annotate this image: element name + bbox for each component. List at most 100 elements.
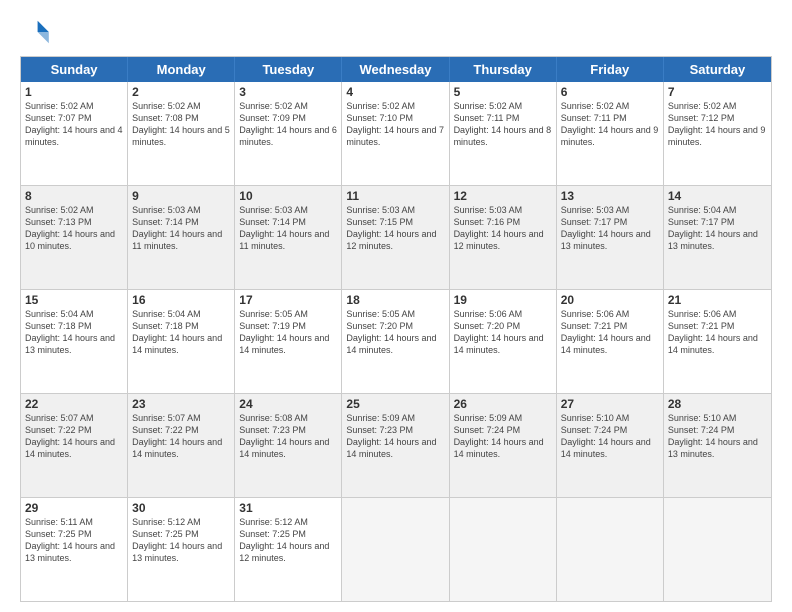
cell-info: Sunrise: 5:12 AMSunset: 7:25 PMDaylight:…	[132, 516, 230, 565]
calendar-cell: 17Sunrise: 5:05 AMSunset: 7:19 PMDayligh…	[235, 290, 342, 393]
cell-info: Sunrise: 5:10 AMSunset: 7:24 PMDaylight:…	[561, 412, 659, 461]
cell-info: Sunrise: 5:06 AMSunset: 7:21 PMDaylight:…	[668, 308, 767, 357]
day-number: 14	[668, 189, 767, 203]
calendar-body: 1Sunrise: 5:02 AMSunset: 7:07 PMDaylight…	[21, 82, 771, 601]
calendar-cell: 29Sunrise: 5:11 AMSunset: 7:25 PMDayligh…	[21, 498, 128, 601]
calendar-cell: 21Sunrise: 5:06 AMSunset: 7:21 PMDayligh…	[664, 290, 771, 393]
cell-info: Sunrise: 5:05 AMSunset: 7:19 PMDaylight:…	[239, 308, 337, 357]
calendar-cell: 13Sunrise: 5:03 AMSunset: 7:17 PMDayligh…	[557, 186, 664, 289]
day-number: 27	[561, 397, 659, 411]
calendar-cell: 18Sunrise: 5:05 AMSunset: 7:20 PMDayligh…	[342, 290, 449, 393]
day-number: 30	[132, 501, 230, 515]
day-number: 15	[25, 293, 123, 307]
calendar-cell: 12Sunrise: 5:03 AMSunset: 7:16 PMDayligh…	[450, 186, 557, 289]
calendar-cell: 26Sunrise: 5:09 AMSunset: 7:24 PMDayligh…	[450, 394, 557, 497]
day-number: 13	[561, 189, 659, 203]
day-number: 20	[561, 293, 659, 307]
calendar-week-row: 1Sunrise: 5:02 AMSunset: 7:07 PMDaylight…	[21, 82, 771, 185]
cell-info: Sunrise: 5:07 AMSunset: 7:22 PMDaylight:…	[132, 412, 230, 461]
calendar-cell: 7Sunrise: 5:02 AMSunset: 7:12 PMDaylight…	[664, 82, 771, 185]
day-number: 31	[239, 501, 337, 515]
day-number: 12	[454, 189, 552, 203]
calendar-cell: 8Sunrise: 5:02 AMSunset: 7:13 PMDaylight…	[21, 186, 128, 289]
day-number: 3	[239, 85, 337, 99]
calendar-cell	[450, 498, 557, 601]
calendar: SundayMondayTuesdayWednesdayThursdayFrid…	[20, 56, 772, 602]
day-number: 1	[25, 85, 123, 99]
cell-info: Sunrise: 5:09 AMSunset: 7:24 PMDaylight:…	[454, 412, 552, 461]
cell-info: Sunrise: 5:11 AMSunset: 7:25 PMDaylight:…	[25, 516, 123, 565]
day-number: 18	[346, 293, 444, 307]
calendar-cell	[342, 498, 449, 601]
cell-info: Sunrise: 5:03 AMSunset: 7:14 PMDaylight:…	[239, 204, 337, 253]
weekday-header: Friday	[557, 57, 664, 82]
calendar-cell: 2Sunrise: 5:02 AMSunset: 7:08 PMDaylight…	[128, 82, 235, 185]
day-number: 5	[454, 85, 552, 99]
cell-info: Sunrise: 5:03 AMSunset: 7:14 PMDaylight:…	[132, 204, 230, 253]
day-number: 6	[561, 85, 659, 99]
day-number: 28	[668, 397, 767, 411]
calendar-cell: 23Sunrise: 5:07 AMSunset: 7:22 PMDayligh…	[128, 394, 235, 497]
cell-info: Sunrise: 5:06 AMSunset: 7:21 PMDaylight:…	[561, 308, 659, 357]
day-number: 16	[132, 293, 230, 307]
calendar-cell: 19Sunrise: 5:06 AMSunset: 7:20 PMDayligh…	[450, 290, 557, 393]
cell-info: Sunrise: 5:10 AMSunset: 7:24 PMDaylight:…	[668, 412, 767, 461]
logo	[20, 16, 56, 48]
page-header	[20, 16, 772, 48]
calendar-cell: 1Sunrise: 5:02 AMSunset: 7:07 PMDaylight…	[21, 82, 128, 185]
day-number: 23	[132, 397, 230, 411]
cell-info: Sunrise: 5:05 AMSunset: 7:20 PMDaylight:…	[346, 308, 444, 357]
cell-info: Sunrise: 5:03 AMSunset: 7:16 PMDaylight:…	[454, 204, 552, 253]
cell-info: Sunrise: 5:02 AMSunset: 7:11 PMDaylight:…	[454, 100, 552, 149]
day-number: 26	[454, 397, 552, 411]
cell-info: Sunrise: 5:09 AMSunset: 7:23 PMDaylight:…	[346, 412, 444, 461]
day-number: 29	[25, 501, 123, 515]
calendar-cell: 24Sunrise: 5:08 AMSunset: 7:23 PMDayligh…	[235, 394, 342, 497]
cell-info: Sunrise: 5:02 AMSunset: 7:08 PMDaylight:…	[132, 100, 230, 149]
day-number: 17	[239, 293, 337, 307]
calendar-week-row: 15Sunrise: 5:04 AMSunset: 7:18 PMDayligh…	[21, 289, 771, 393]
calendar-cell: 10Sunrise: 5:03 AMSunset: 7:14 PMDayligh…	[235, 186, 342, 289]
day-number: 9	[132, 189, 230, 203]
cell-info: Sunrise: 5:04 AMSunset: 7:18 PMDaylight:…	[132, 308, 230, 357]
calendar-week-row: 8Sunrise: 5:02 AMSunset: 7:13 PMDaylight…	[21, 185, 771, 289]
cell-info: Sunrise: 5:06 AMSunset: 7:20 PMDaylight:…	[454, 308, 552, 357]
weekday-header: Tuesday	[235, 57, 342, 82]
cell-info: Sunrise: 5:02 AMSunset: 7:07 PMDaylight:…	[25, 100, 123, 149]
calendar-cell: 9Sunrise: 5:03 AMSunset: 7:14 PMDaylight…	[128, 186, 235, 289]
day-number: 24	[239, 397, 337, 411]
day-number: 7	[668, 85, 767, 99]
cell-info: Sunrise: 5:12 AMSunset: 7:25 PMDaylight:…	[239, 516, 337, 565]
day-number: 21	[668, 293, 767, 307]
day-number: 10	[239, 189, 337, 203]
calendar-week-row: 22Sunrise: 5:07 AMSunset: 7:22 PMDayligh…	[21, 393, 771, 497]
weekday-header: Monday	[128, 57, 235, 82]
calendar-cell: 22Sunrise: 5:07 AMSunset: 7:22 PMDayligh…	[21, 394, 128, 497]
calendar-cell: 30Sunrise: 5:12 AMSunset: 7:25 PMDayligh…	[128, 498, 235, 601]
calendar-week-row: 29Sunrise: 5:11 AMSunset: 7:25 PMDayligh…	[21, 497, 771, 601]
weekday-header: Thursday	[450, 57, 557, 82]
cell-info: Sunrise: 5:02 AMSunset: 7:10 PMDaylight:…	[346, 100, 444, 149]
cell-info: Sunrise: 5:07 AMSunset: 7:22 PMDaylight:…	[25, 412, 123, 461]
calendar-cell: 20Sunrise: 5:06 AMSunset: 7:21 PMDayligh…	[557, 290, 664, 393]
calendar-cell: 15Sunrise: 5:04 AMSunset: 7:18 PMDayligh…	[21, 290, 128, 393]
cell-info: Sunrise: 5:02 AMSunset: 7:12 PMDaylight:…	[668, 100, 767, 149]
logo-icon	[20, 16, 52, 48]
weekday-header: Sunday	[21, 57, 128, 82]
calendar-cell: 16Sunrise: 5:04 AMSunset: 7:18 PMDayligh…	[128, 290, 235, 393]
day-number: 19	[454, 293, 552, 307]
cell-info: Sunrise: 5:02 AMSunset: 7:09 PMDaylight:…	[239, 100, 337, 149]
weekday-header: Wednesday	[342, 57, 449, 82]
day-number: 25	[346, 397, 444, 411]
calendar-cell: 3Sunrise: 5:02 AMSunset: 7:09 PMDaylight…	[235, 82, 342, 185]
cell-info: Sunrise: 5:03 AMSunset: 7:17 PMDaylight:…	[561, 204, 659, 253]
calendar-cell: 28Sunrise: 5:10 AMSunset: 7:24 PMDayligh…	[664, 394, 771, 497]
day-number: 8	[25, 189, 123, 203]
calendar-cell	[557, 498, 664, 601]
cell-info: Sunrise: 5:02 AMSunset: 7:11 PMDaylight:…	[561, 100, 659, 149]
weekday-header: Saturday	[664, 57, 771, 82]
calendar-cell: 5Sunrise: 5:02 AMSunset: 7:11 PMDaylight…	[450, 82, 557, 185]
cell-info: Sunrise: 5:02 AMSunset: 7:13 PMDaylight:…	[25, 204, 123, 253]
cell-info: Sunrise: 5:04 AMSunset: 7:18 PMDaylight:…	[25, 308, 123, 357]
calendar-cell: 25Sunrise: 5:09 AMSunset: 7:23 PMDayligh…	[342, 394, 449, 497]
